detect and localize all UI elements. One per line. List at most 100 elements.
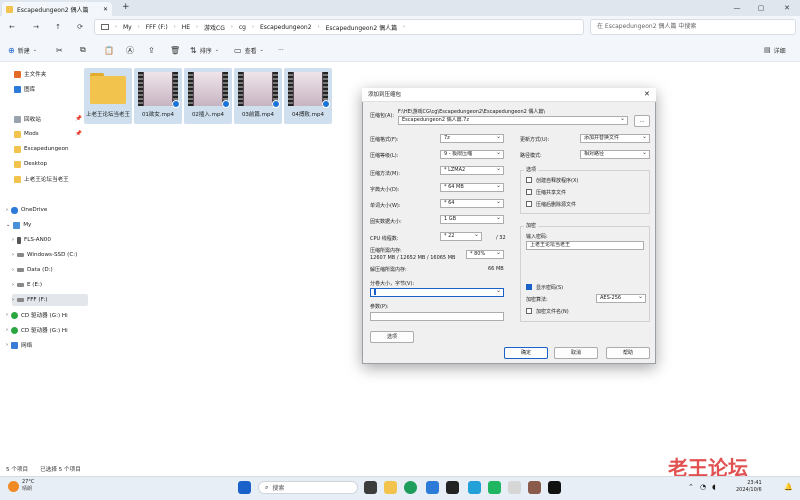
encrypt-names-checkbox[interactable]	[526, 308, 532, 314]
clock[interactable]: 23:41 2024/10/6	[736, 480, 762, 494]
encryption-method-select[interactable]: AES-256	[596, 294, 646, 303]
back-icon[interactable]: ←	[6, 21, 18, 33]
copy-icon[interactable]: ⧉	[80, 44, 86, 56]
path-mode-select[interactable]: 相对路径	[580, 150, 650, 159]
close-dialog-icon[interactable]: ✕	[644, 90, 650, 98]
breadcrumb-item[interactable]: Escapedungeon2	[260, 24, 312, 31]
app-icon[interactable]	[468, 481, 481, 494]
app-icon[interactable]	[446, 481, 459, 494]
params-input[interactable]	[370, 312, 504, 321]
sidebar-item-gallery[interactable]: 图库	[14, 83, 90, 95]
ok-button[interactable]: 确定	[504, 347, 548, 359]
sidebar-item-my-pc[interactable]: ⌄ My	[6, 219, 82, 231]
more-options-button[interactable]: ···	[278, 44, 284, 56]
task-view-icon[interactable]	[364, 481, 377, 494]
new-tab-button[interactable]: +	[122, 2, 130, 12]
volume-icon[interactable]: ◖	[712, 483, 716, 491]
tray-chevron-icon[interactable]: ⌃	[688, 483, 694, 491]
level-select[interactable]: 9 - 极限压缩	[440, 150, 504, 159]
breadcrumb-item[interactable]: cg	[239, 24, 246, 31]
app-icon[interactable]	[508, 481, 521, 494]
pc-icon	[13, 221, 21, 229]
breadcrumb-item[interactable]: 游戏CG	[204, 23, 225, 32]
sidebar-item-drive-c[interactable]: › Windows-SSD (C:)	[12, 249, 88, 261]
password-input[interactable]: 上老王论坛当老王	[526, 241, 644, 250]
sfx-checkbox[interactable]	[526, 177, 532, 183]
app-icon[interactable]	[488, 481, 501, 494]
delete-icon[interactable]: 🗑	[170, 44, 180, 56]
sidebar-item-home[interactable]: 主文件夹	[14, 68, 90, 80]
sort-button[interactable]: ⇅ 排序 ⌄	[190, 44, 219, 56]
browse-button[interactable]: ...	[634, 115, 650, 127]
options-button[interactable]: 选项	[370, 331, 414, 343]
explorer-tab[interactable]: Escapedungeon2 偶人篇 ✕	[2, 2, 112, 16]
archive-name-combo[interactable]: Escapedungeon2 偶人篇.7z	[398, 116, 628, 125]
cancel-button[interactable]: 取消	[554, 347, 598, 359]
close-window-icon[interactable]: ✕	[782, 3, 792, 13]
file-explorer-icon[interactable]	[384, 481, 397, 494]
sidebar-item-folder[interactable]: 上老王论坛当老王	[14, 173, 90, 185]
new-button[interactable]: ⊕ 新建 ⌄	[8, 44, 37, 56]
split-volume-combo[interactable]	[370, 288, 504, 297]
file-item-video[interactable]: 02插入.mp4	[184, 68, 232, 124]
start-icon[interactable]	[238, 481, 251, 494]
taskbar-search[interactable]: ⌕ 搜索	[258, 481, 358, 494]
maximize-icon[interactable]: ▢	[756, 3, 766, 13]
word-select[interactable]: * 64	[440, 199, 504, 208]
sidebar-item-onedrive[interactable]: › OneDrive	[6, 204, 82, 216]
breadcrumb-item[interactable]: Escapedungeon2 偶人篇	[326, 23, 398, 32]
minimize-icon[interactable]: —	[732, 3, 742, 13]
format-select[interactable]: 7z	[440, 134, 504, 143]
paste-icon[interactable]: 📋	[104, 44, 114, 56]
edge-icon[interactable]	[404, 481, 417, 494]
breadcrumb-item[interactable]: My	[123, 24, 132, 31]
sidebar-item-cd-drive[interactable]: › CD 驱动器 (G:) Hi	[6, 324, 82, 336]
7zip-icon[interactable]	[548, 481, 561, 494]
share-icon[interactable]: ⇪	[148, 44, 155, 56]
refresh-icon[interactable]: ⟳	[74, 21, 86, 33]
sidebar-item-mods[interactable]: Mods 📌	[14, 128, 90, 140]
memory-select[interactable]: * 80%	[466, 250, 504, 259]
details-pane-button[interactable]: ▤ 详细	[764, 44, 786, 56]
view-button[interactable]: ▭ 查看 ⌄	[234, 44, 264, 56]
close-tab-icon[interactable]: ✕	[103, 6, 108, 13]
app-icon[interactable]	[426, 481, 439, 494]
word-label: 单词大小(W):	[370, 203, 401, 209]
notification-icon[interactable]: 🔔	[784, 483, 793, 491]
shared-files-checkbox[interactable]	[526, 189, 532, 195]
sidebar-item-drive-f[interactable]: › FFF (F:)	[12, 294, 88, 306]
sidebar-item-drive-e[interactable]: › E (E:)	[12, 279, 88, 291]
search-input[interactable]: 在 Escapedungeon2 偶人篇 中搜索	[590, 19, 796, 35]
sidebar-item-escapedungeon[interactable]: Escapedungeon	[14, 143, 90, 155]
solid-select[interactable]: 1 GB	[440, 215, 504, 224]
breadcrumb-item[interactable]: HE	[182, 24, 190, 31]
file-item-folder[interactable]: 上老王论坛当老王	[84, 68, 132, 124]
file-item-video[interactable]: 04搏败.mp4	[284, 68, 332, 124]
help-button[interactable]: 帮助	[606, 347, 650, 359]
breadcrumb-item[interactable]: FFF (F:)	[146, 24, 168, 31]
sidebar-item-cd-drive[interactable]: › CD 驱动器 (G:) Hi	[6, 309, 82, 321]
show-password-checkbox[interactable]	[526, 284, 532, 290]
method-select[interactable]: * LZMA2	[440, 166, 504, 175]
cut-icon[interactable]: ✂	[56, 44, 63, 56]
forward-icon[interactable]: →	[30, 21, 42, 33]
weather-widget[interactable]: 27°C 晴朗	[8, 479, 34, 493]
wifi-icon[interactable]: ◔	[700, 483, 706, 491]
file-item-video[interactable]: 01欲女.mp4	[134, 68, 182, 124]
address-bar[interactable]: › My › FFF (F:) › HE › 游戏CG › cg › Escapedung…	[94, 19, 584, 35]
file-item-video[interactable]: 03前篇.mp4	[234, 68, 282, 124]
rename-icon[interactable]: Ⓐ	[126, 44, 134, 56]
folder-icon	[6, 5, 13, 13]
sidebar-item-recycle-bin[interactable]: 回收站 📌	[14, 113, 90, 125]
sidebar-item-drive-d[interactable]: › Data (D:)	[12, 264, 88, 276]
cpu-select[interactable]: * 22	[440, 232, 482, 241]
encryption-method-label: 加密算法:	[526, 297, 548, 303]
update-mode-select[interactable]: 添加并替换文件	[580, 134, 650, 143]
sidebar-item-network[interactable]: › 网络	[6, 339, 82, 351]
dict-select[interactable]: * 64 MB	[440, 183, 504, 192]
app-icon[interactable]	[528, 481, 541, 494]
sidebar-item-phone[interactable]: › FLS-AN00	[12, 234, 88, 246]
sidebar-item-desktop[interactable]: Desktop	[14, 158, 90, 170]
delete-after-checkbox[interactable]	[526, 201, 532, 207]
up-icon[interactable]: ↑	[52, 21, 64, 33]
